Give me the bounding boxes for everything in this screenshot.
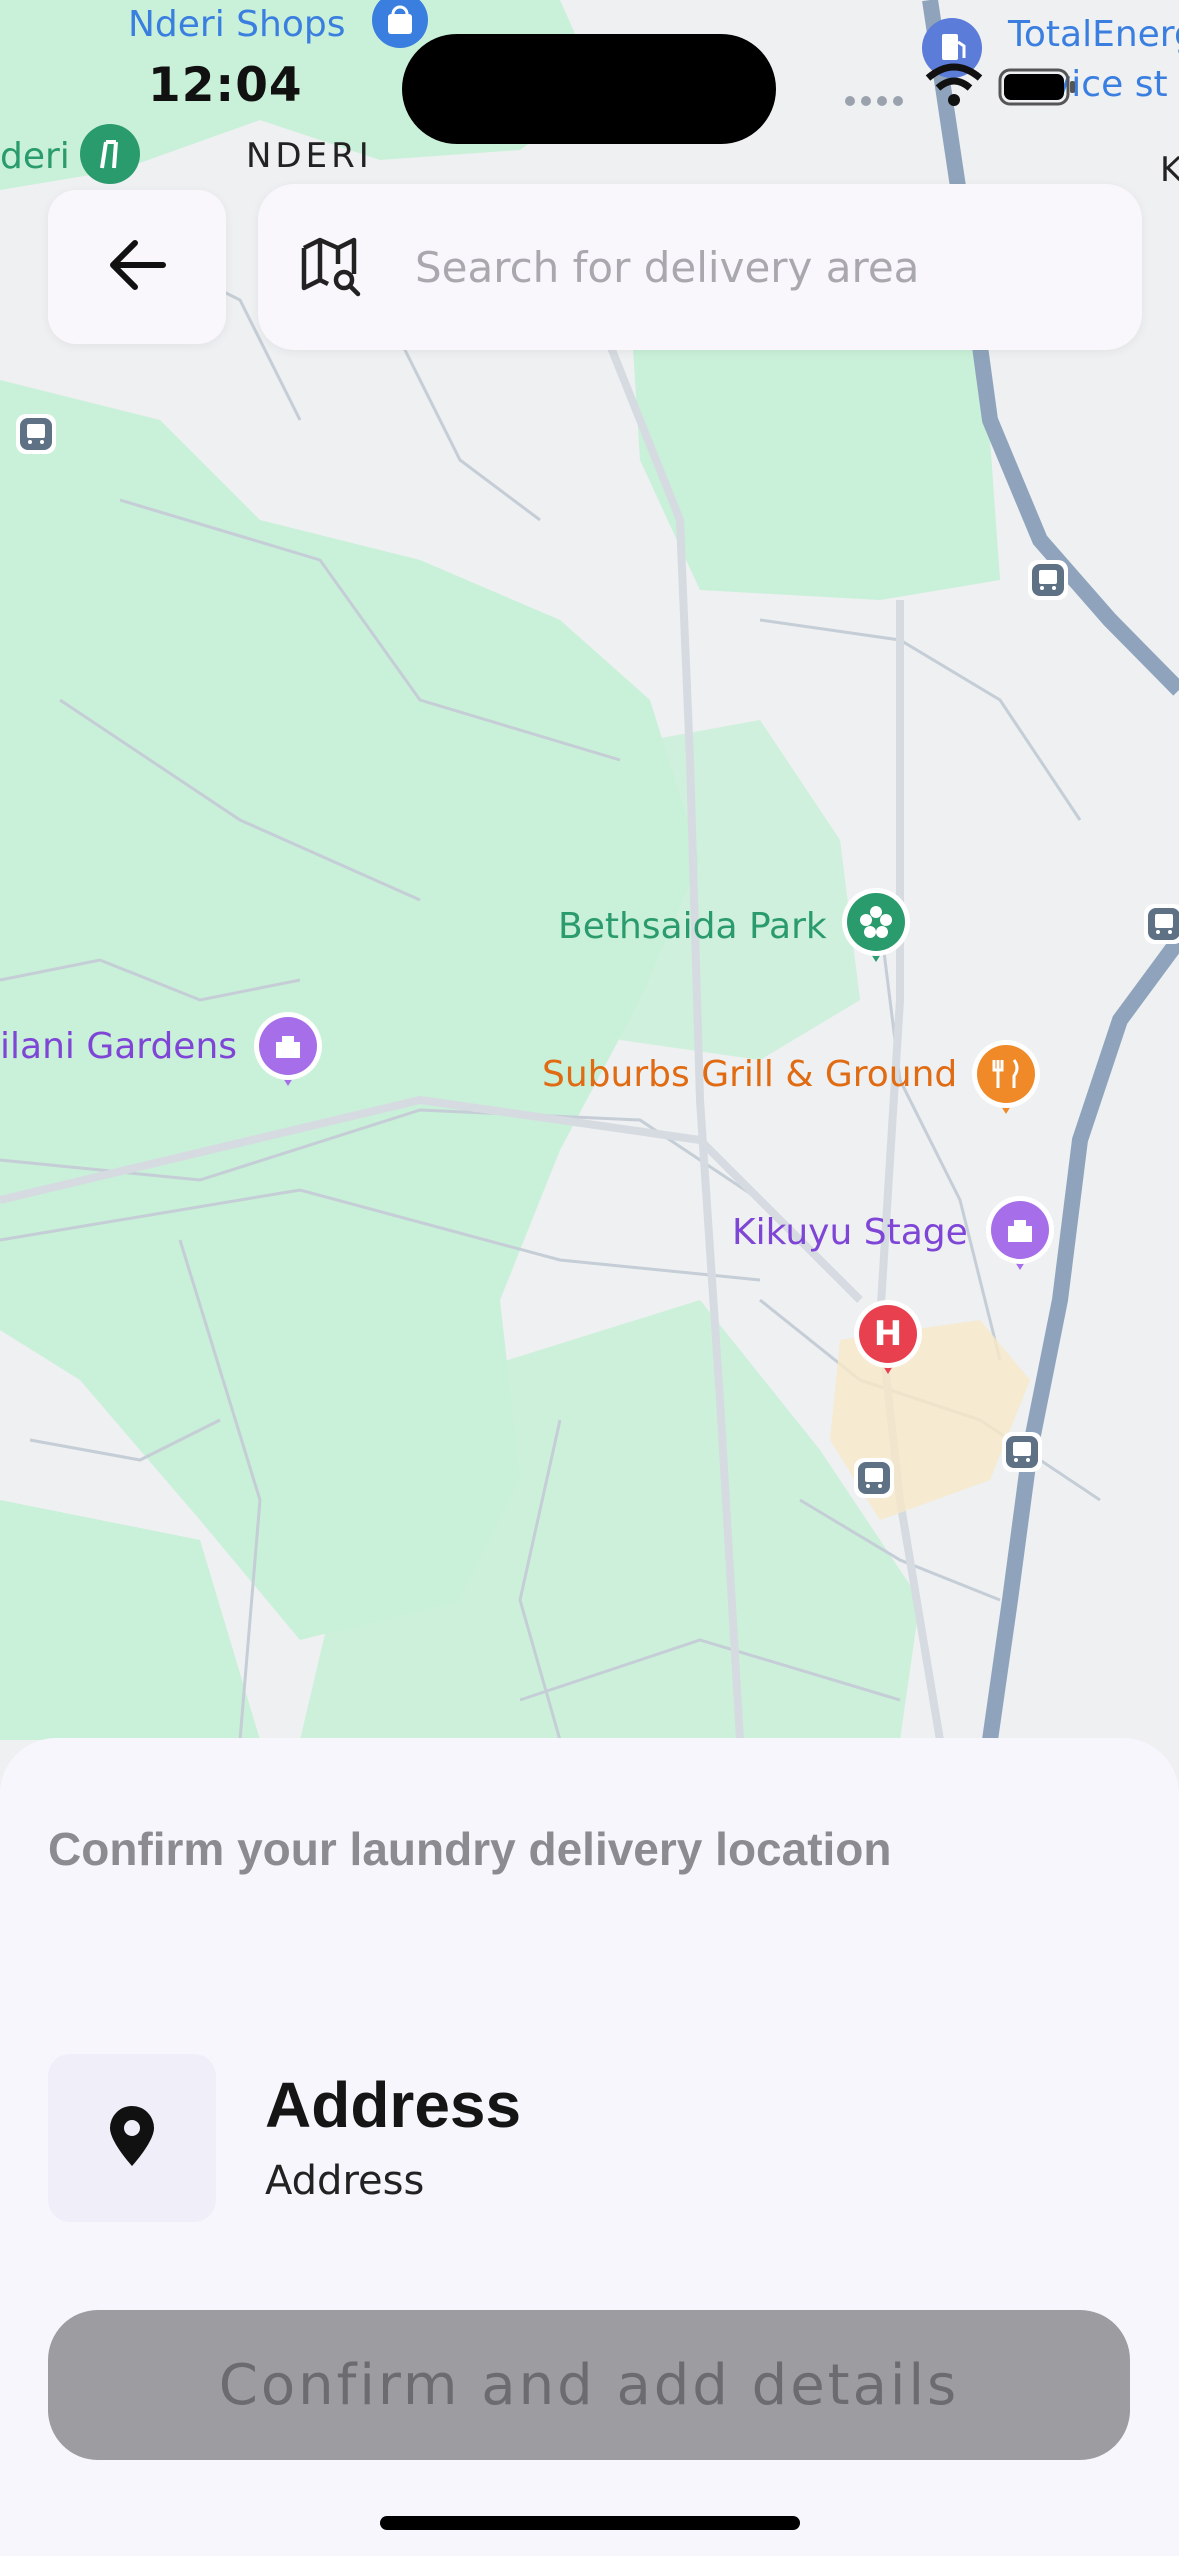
location-pin-icon: [104, 2104, 160, 2173]
poi-label-milani-gardens[interactable]: ilani Gardens: [0, 1026, 237, 1067]
signal-dots-icon: [844, 94, 906, 112]
back-arrow-icon: [105, 233, 169, 302]
location-icon-box: [48, 2054, 216, 2222]
bus-stop-icon[interactable]: [14, 412, 58, 463]
bus-stop-icon[interactable]: [1142, 902, 1179, 953]
poi-label-totalenergies[interactable]: TotalEnerg: [1008, 14, 1179, 55]
sheet-title: Confirm your laundry delivery location: [48, 1823, 892, 1875]
address-title: Address: [265, 2069, 522, 2141]
poi-label-suburbs-grill[interactable]: Suburbs Grill & Ground: [542, 1054, 957, 1095]
poi-label-nderi-shops[interactable]: Nderi Shops: [128, 4, 345, 45]
location-bottom-sheet: Confirm your laundry delivery location A…: [0, 1738, 1179, 2556]
park-flower-icon[interactable]: [840, 884, 912, 971]
bus-stop-icon[interactable]: [852, 1456, 896, 1507]
address-subtitle: Address: [265, 2158, 425, 2204]
battery-icon: [998, 68, 1076, 111]
hospital-icon[interactable]: H: [852, 1296, 924, 1378]
confirm-add-details-button[interactable]: Confirm and add details: [48, 2310, 1130, 2460]
bus-stop-icon[interactable]: [1000, 1430, 1044, 1481]
landmark-icon[interactable]: [252, 1008, 324, 1095]
poi-label-bethsaida-park[interactable]: Bethsaida Park: [558, 906, 827, 947]
home-indicator[interactable]: [380, 2516, 800, 2530]
trail-icon[interactable]: [76, 120, 144, 197]
restaurant-icon[interactable]: [970, 1036, 1042, 1123]
search-input[interactable]: [413, 230, 1117, 304]
wifi-icon: [924, 62, 984, 113]
poi-label-nderi-left[interactable]: deri: [0, 136, 70, 177]
dynamic-island: [402, 34, 776, 144]
area-label-nderi: NDERI: [246, 136, 373, 176]
status-time: 12:04: [148, 58, 303, 113]
poi-label-kikuyu-stage[interactable]: Kikuyu Stage: [732, 1212, 968, 1253]
map-search-icon: [298, 234, 362, 303]
hospital-letter: H: [873, 1314, 903, 1354]
back-button[interactable]: [48, 190, 226, 344]
bus-stop-icon[interactable]: [1026, 558, 1070, 609]
landmark-icon[interactable]: [984, 1192, 1056, 1279]
search-bar[interactable]: [258, 184, 1142, 350]
area-label-edge: K: [1160, 150, 1179, 190]
